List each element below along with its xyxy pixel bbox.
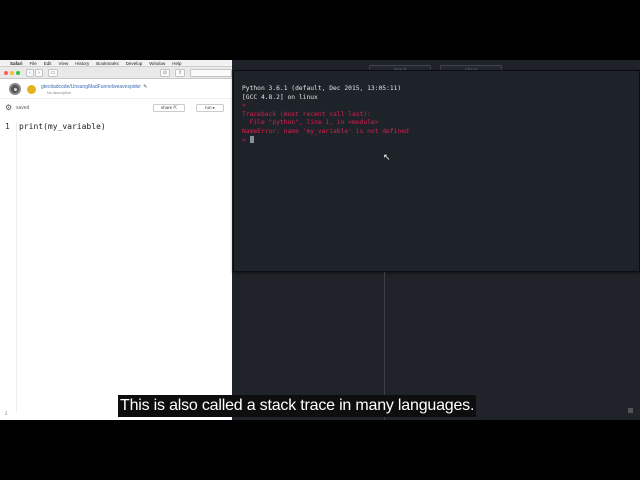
run-button[interactable]: run ▸: [196, 104, 224, 112]
terminal-line: File "python", line 1, in <module>: [242, 119, 379, 126]
line-gutter: 1: [0, 122, 17, 412]
minimize-window-button[interactable]: [10, 71, 14, 75]
menu-window[interactable]: Window: [149, 61, 165, 66]
code-editor[interactable]: 1 print(my_variable): [0, 122, 232, 412]
terminal-line: NameError: name 'my_variable' is not def…: [242, 127, 409, 135]
menu-app-name[interactable]: Safari: [10, 61, 23, 66]
repl-title[interactable]: gtecitadcode/UnsungMadFunnelweavespider ✎: [41, 84, 147, 90]
zoom-window-button[interactable]: [16, 71, 20, 75]
terminal-line: >: [242, 102, 246, 109]
mouse-pointer-icon: ↖: [383, 152, 391, 162]
menu-help[interactable]: Help: [172, 61, 181, 66]
play-icon: ▸: [212, 105, 216, 110]
close-window-button[interactable]: [4, 71, 8, 75]
menu-edit[interactable]: Edit: [44, 61, 52, 66]
line-number: 1: [5, 122, 10, 131]
terminal-output: Python 3.6.1 (default, Dec 2015, 13:05:1…: [242, 85, 639, 136]
download-file-icon[interactable]: ⤓: [5, 410, 7, 416]
forward-button[interactable]: ›: [35, 69, 43, 77]
video-letterbox-bottom: [0, 420, 640, 480]
menu-view[interactable]: View: [59, 61, 69, 66]
address-bar[interactable]: [190, 69, 232, 77]
menu-develop[interactable]: Develop: [126, 61, 143, 66]
menu-history[interactable]: History: [75, 61, 89, 66]
edit-pencil-icon[interactable]: ✎: [143, 84, 147, 90]
download-icon[interactable]: ⊙: [160, 69, 170, 77]
terminal-line: Python 3.6.1 (default, Dec 2015, 13:05:1…: [242, 85, 402, 92]
gear-icon[interactable]: ⚙: [5, 103, 12, 112]
menu-bookmarks[interactable]: Bookmarks: [96, 61, 119, 66]
video-letterbox-top: [0, 0, 640, 60]
share-button[interactable]: share ⇱: [153, 104, 185, 112]
screen: Safari File Edit View History Bookmarks …: [0, 60, 640, 420]
video-caption: This is also called a stack trace in man…: [118, 395, 477, 417]
run-label: run: [204, 105, 212, 110]
terminal-window[interactable]: Python 3.6.1 (default, Dec 2015, 13:05:1…: [233, 70, 640, 272]
sidebar-toggle-icon[interactable]: ▭: [48, 69, 58, 77]
editor-toolbar: ⚙ saved share ⇱ run ▸: [0, 102, 232, 113]
text-cursor: [249, 136, 254, 143]
terminal-prompt-line[interactable]: >: [242, 136, 639, 146]
terminal-prompt: >: [242, 137, 246, 144]
resize-handle-icon[interactable]: [628, 408, 633, 413]
repl-description[interactable]: No description: [47, 91, 71, 95]
code-line[interactable]: print(my_variable): [19, 122, 106, 131]
repl-path-text: gtecitadcode/UnsungMadFunnelweavespider: [41, 84, 142, 90]
avatar[interactable]: [27, 85, 36, 94]
share-page-icon[interactable]: ⇪: [175, 69, 185, 77]
saved-status: saved: [16, 105, 30, 111]
back-button[interactable]: ‹: [26, 69, 34, 77]
terminal-line: [GCC 4.8.2] on linux: [242, 93, 318, 101]
terminal-line: Traceback (most recent call last):: [242, 110, 371, 118]
share-label: share: [160, 105, 173, 110]
menu-file[interactable]: File: [30, 61, 37, 66]
share-icon: ⇱: [173, 105, 178, 110]
repl-logo[interactable]: [9, 83, 21, 95]
